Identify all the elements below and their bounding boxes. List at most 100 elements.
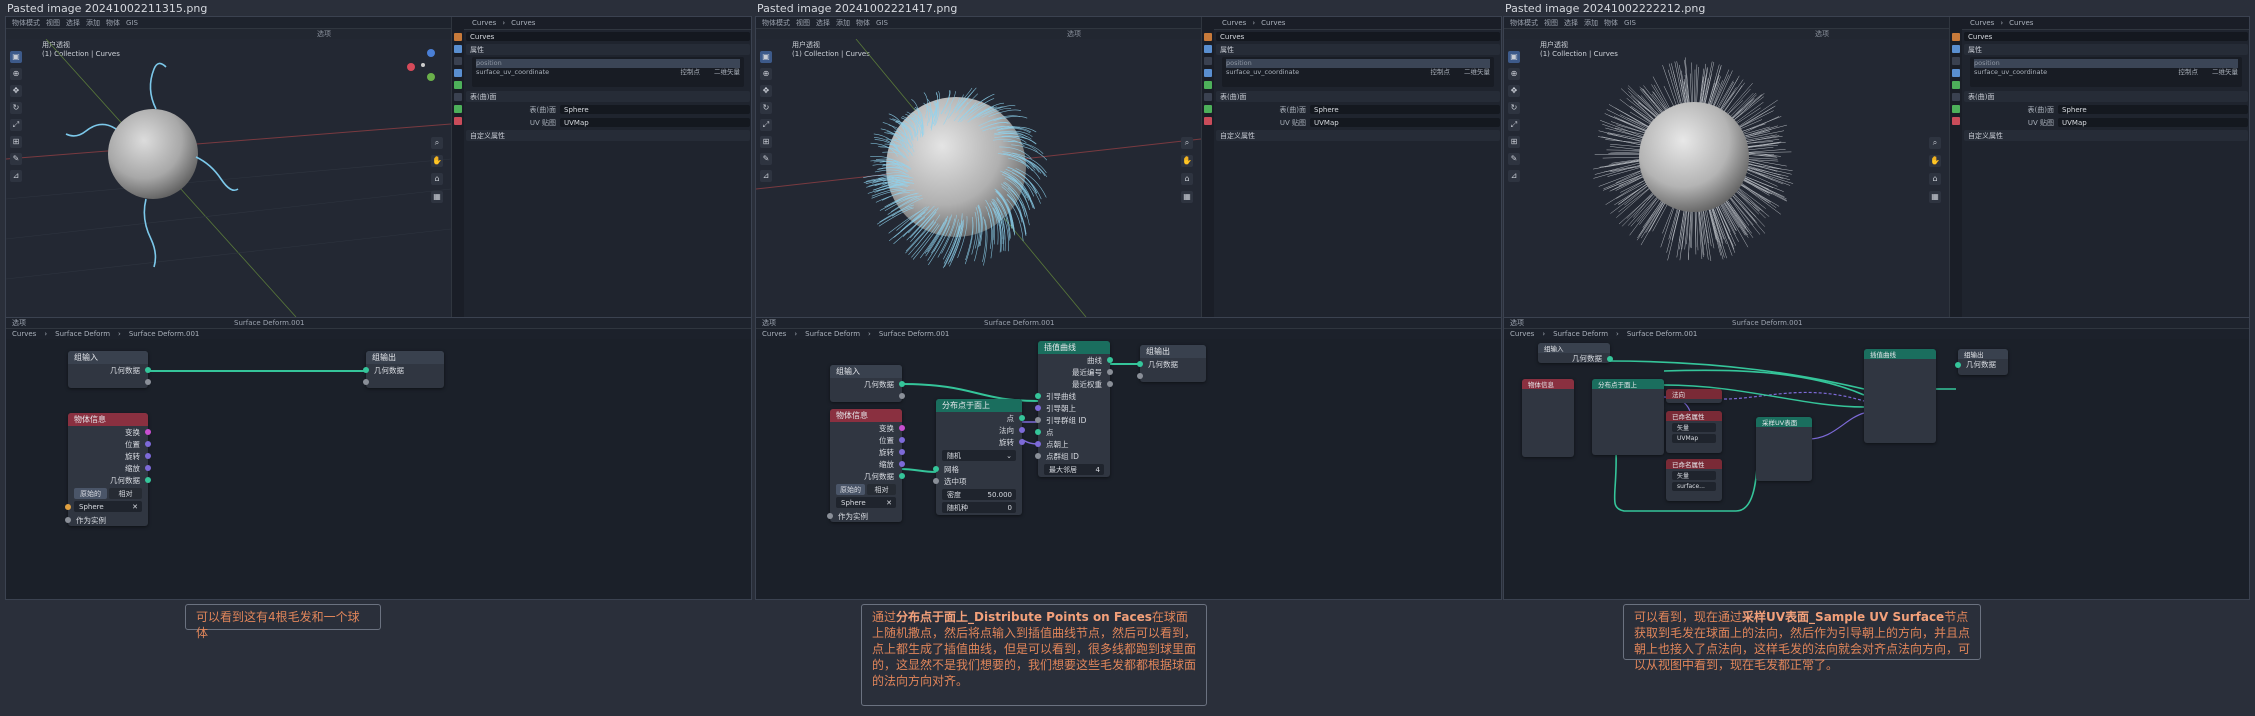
object-field[interactable]: Sphere ✕: [65, 501, 142, 512]
surface-field[interactable]: Sphere: [1310, 105, 1500, 114]
options-button[interactable]: 选项: [1815, 29, 1829, 39]
group-input-node[interactable]: 组输入 几何数据: [830, 365, 905, 402]
3d-viewport[interactable]: 物体模式 视图 选择 添加 物体 GIS 选项 用户透视 (1) Collect…: [1504, 17, 1949, 317]
grid-icon[interactable]: ▦: [431, 191, 443, 203]
crumb-object[interactable]: Curves: [1222, 19, 1246, 27]
material-tab-icon[interactable]: [1204, 117, 1212, 125]
section-custom-props[interactable]: 自定义属性: [1216, 130, 1500, 141]
attr-row[interactable]: position: [476, 59, 740, 68]
annotate-tool-icon[interactable]: ✎: [1508, 153, 1520, 165]
crumb[interactable]: Surface Deform: [55, 330, 110, 338]
socket[interactable]: 变换: [830, 422, 905, 434]
camera-icon[interactable]: ⌂: [1181, 173, 1193, 185]
output-tab-icon[interactable]: [1204, 57, 1212, 65]
socket[interactable]: 几何数据: [363, 364, 444, 376]
named-attribute-node-2[interactable]: 已命名属性 矢量 surface...: [1666, 459, 1722, 501]
object-field[interactable]: Sphere ✕: [836, 497, 896, 508]
nodegroup-name[interactable]: Surface Deform.001: [1732, 319, 1803, 327]
menu-add[interactable]: 添加: [836, 18, 850, 28]
node-canvas[interactable]: 组输入 几何数据 物体信息 分布点于面上 法向 已命名属性 矢量 UVMap 已…: [1504, 339, 2249, 599]
socket[interactable]: 缩放: [68, 462, 151, 474]
datablock-name[interactable]: Curves: [1216, 32, 1500, 41]
zoom-icon[interactable]: ⌕: [1181, 137, 1193, 149]
menu-view[interactable]: 视图: [796, 18, 810, 28]
socket[interactable]: 点: [1035, 426, 1110, 438]
crumb[interactable]: Curves: [12, 330, 36, 338]
tool-tab-icon[interactable]: [1952, 33, 1960, 41]
render-tab-icon[interactable]: [1952, 45, 1960, 53]
socket[interactable]: 法向: [936, 424, 1025, 436]
node-canvas[interactable]: 组输入 几何数据 组输出 几何数据 物体信息 变换 位置 旋转 缩放 几何数据 …: [6, 339, 751, 599]
modifier-tab-icon[interactable]: [1204, 93, 1212, 101]
menu-object[interactable]: 物体: [856, 18, 870, 28]
socket[interactable]: 网格: [933, 463, 1022, 475]
mode-selector[interactable]: 物体模式: [1510, 18, 1538, 28]
rotate-tool-icon[interactable]: ↻: [1508, 102, 1520, 114]
socket[interactable]: 点朝上: [1035, 438, 1110, 450]
socket[interactable]: 作为实例: [827, 510, 902, 522]
transform-space-toggle[interactable]: 原始的 相对: [836, 484, 896, 495]
annotate-tool-icon[interactable]: ✎: [760, 153, 772, 165]
object-info-node[interactable]: 物体信息: [1522, 379, 1574, 457]
render-tab-icon[interactable]: [454, 45, 462, 53]
socket[interactable]: 几何数据: [1137, 358, 1206, 370]
data-tab-icon[interactable]: [1952, 105, 1960, 113]
move-tool-icon[interactable]: ✥: [760, 85, 772, 97]
menu-gis[interactable]: GIS: [876, 19, 888, 27]
hand-pan-icon[interactable]: ✋: [1929, 155, 1941, 167]
modifier-tab-icon[interactable]: [1952, 93, 1960, 101]
socket[interactable]: 旋转: [830, 446, 905, 458]
max-neighbors-field[interactable]: 最大邻居 4: [1044, 464, 1104, 475]
cursor-tool-icon[interactable]: ⊕: [10, 68, 22, 80]
object-info-node[interactable]: 物体信息 变换 位置 旋转 缩放 几何数据 原始的 相对 Sphere ✕ 作为实例: [65, 413, 151, 526]
socket[interactable]: 几何数据: [68, 474, 151, 486]
menu-select[interactable]: 选择: [66, 18, 80, 28]
seed-field[interactable]: 随机种 0: [942, 502, 1016, 513]
measure-tool-icon[interactable]: ⊿: [760, 170, 772, 182]
attr-row[interactable]: surface_uv_coordinate 二维矢量 控制点: [1974, 68, 2238, 77]
data-tab-icon[interactable]: [1204, 105, 1212, 113]
socket[interactable]: 几何数据: [68, 364, 151, 376]
crumb-data[interactable]: Curves: [2009, 19, 2033, 27]
hand-pan-icon[interactable]: ✋: [1181, 155, 1193, 167]
camera-icon[interactable]: ⌂: [1929, 173, 1941, 185]
editor-type-menu[interactable]: 选项: [12, 318, 26, 328]
sample-uv-surface-node[interactable]: 采样UV表面: [1756, 417, 1812, 481]
socket[interactable]: [830, 390, 905, 402]
camera-icon[interactable]: ⌂: [431, 173, 443, 185]
scene-tab-icon[interactable]: [454, 69, 462, 77]
interpolate-curves-node[interactable]: 插值曲线: [1864, 349, 1936, 443]
cursor-tool-icon[interactable]: ⊕: [760, 68, 772, 80]
name-field[interactable]: UVMap: [1672, 434, 1716, 443]
crumb-object[interactable]: Curves: [1970, 19, 1994, 27]
mode-selector[interactable]: 物体模式: [762, 18, 790, 28]
menu-view[interactable]: 视图: [1544, 18, 1558, 28]
type-select[interactable]: 矢量: [1672, 423, 1716, 432]
section-surface[interactable]: 表(曲)面: [1964, 91, 2248, 102]
crumb[interactable]: Surface Deform: [1553, 330, 1608, 338]
group-output-node[interactable]: 组输出 几何数据: [1137, 345, 1206, 382]
scene-tab-icon[interactable]: [1952, 69, 1960, 77]
socket[interactable]: 变换: [68, 426, 151, 438]
section-surface[interactable]: 表(曲)面: [1216, 91, 1500, 102]
attr-row[interactable]: surface_uv_coordinate 二维矢量 控制点: [1226, 68, 1490, 77]
hand-pan-icon[interactable]: ✋: [431, 155, 443, 167]
distribute-points-node[interactable]: 分布点于面上 点 法向 旋转 随机 ⌄ 网格 选中项 密度 50.000 随机种 0: [933, 399, 1025, 515]
socket[interactable]: 旋转: [68, 450, 151, 462]
socket[interactable]: 作为实例: [65, 514, 148, 526]
named-attribute-node[interactable]: 已命名属性 矢量 UVMap: [1666, 411, 1722, 453]
crumb[interactable]: Curves: [1510, 330, 1534, 338]
attr-row[interactable]: position: [1974, 59, 2238, 68]
group-input-node[interactable]: 组输入 几何数据: [1538, 343, 1613, 363]
render-tab-icon[interactable]: [1204, 45, 1212, 53]
editor-type-menu[interactable]: 选项: [1510, 318, 1524, 328]
socket[interactable]: 旋转: [936, 436, 1025, 448]
attribute-list[interactable]: position surface_uv_coordinate 二维矢量 控制点: [1970, 57, 2242, 87]
scale-tool-icon[interactable]: ⤢: [10, 119, 22, 131]
select-tool-icon[interactable]: ▣: [760, 51, 772, 63]
socket[interactable]: 位置: [68, 438, 151, 450]
rotate-tool-icon[interactable]: ↻: [760, 102, 772, 114]
uvmap-field[interactable]: UVMap: [2058, 118, 2248, 127]
crumb[interactable]: Surface Deform: [805, 330, 860, 338]
zoom-icon[interactable]: ⌕: [431, 137, 443, 149]
